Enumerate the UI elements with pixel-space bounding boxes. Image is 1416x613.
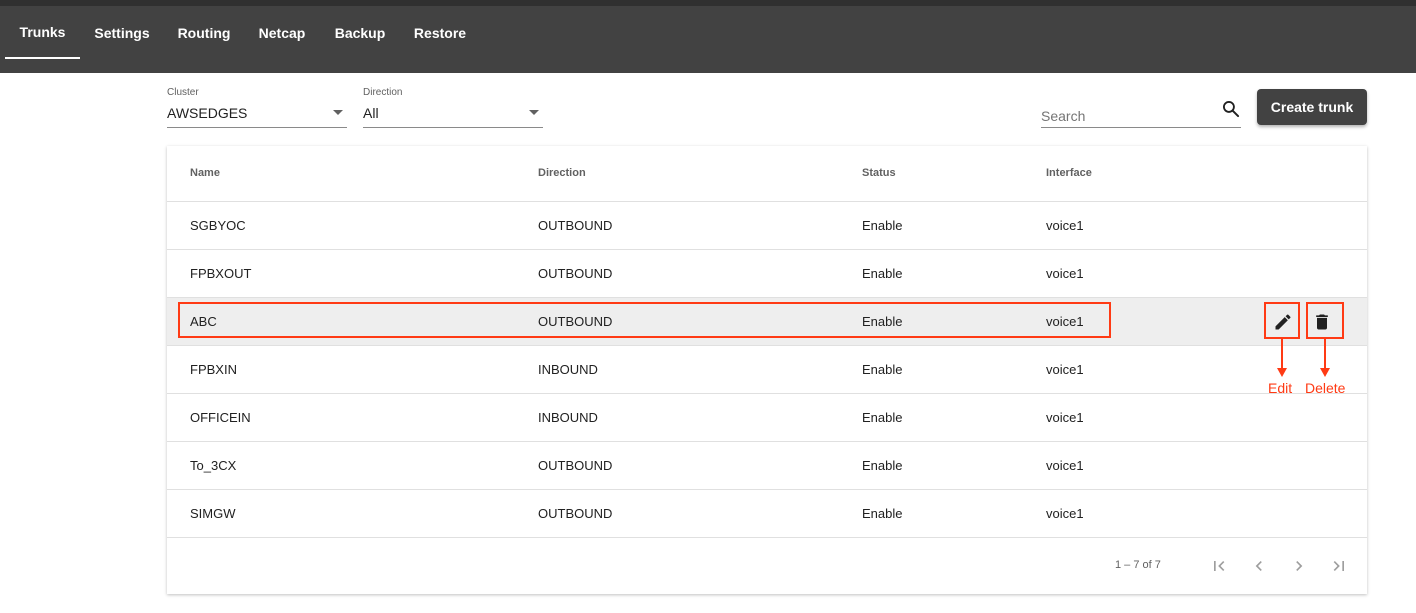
tab-settings[interactable]: Settings	[88, 6, 156, 59]
first-page-button[interactable]	[1203, 550, 1235, 582]
cell-status: Enable	[862, 410, 903, 425]
chevron-down-icon	[333, 110, 343, 115]
edit-annotation-label: Edit	[1268, 380, 1293, 396]
previous-page-button[interactable]	[1243, 550, 1275, 582]
column-header-interface[interactable]: Interface	[1046, 167, 1092, 179]
cell-interface: voice1	[1046, 410, 1084, 425]
cell-name: FPBXOUT	[190, 266, 252, 281]
cell-interface: voice1	[1046, 218, 1084, 233]
tab-routing[interactable]: Routing	[172, 6, 236, 59]
cell-direction: OUTBOUND	[538, 266, 613, 281]
chevron-right-icon	[1296, 561, 1303, 571]
last-page-icon	[1333, 561, 1344, 571]
tab-restore[interactable]: Restore	[408, 6, 472, 59]
field-underline	[1041, 127, 1241, 128]
next-page-button[interactable]	[1283, 550, 1315, 582]
cluster-label: Cluster	[167, 87, 199, 98]
search-icon[interactable]	[1221, 99, 1241, 119]
cluster-value: AWSEDGES	[167, 105, 248, 121]
cell-status: Enable	[862, 218, 903, 233]
search-placeholder: Search	[1041, 108, 1086, 124]
cell-status: Enable	[862, 266, 903, 281]
tab-trunks[interactable]: Trunks	[5, 6, 80, 59]
table-header: Name Direction Status Interface	[167, 146, 1367, 202]
cell-direction: INBOUND	[538, 362, 598, 377]
trunks-table: Name Direction Status Interface SGBYOC O…	[167, 146, 1367, 594]
cell-status: Enable	[862, 506, 903, 521]
cell-direction: INBOUND	[538, 410, 598, 425]
column-header-direction[interactable]: Direction	[538, 167, 586, 179]
cell-name: To_3CX	[190, 458, 237, 473]
direction-select[interactable]: Direction All	[363, 87, 543, 128]
table-row[interactable]: FPBXIN INBOUND Enable voice1	[167, 346, 1367, 394]
delete-annotation-label: Delete	[1305, 380, 1346, 396]
edit-annotation-box	[1264, 302, 1300, 339]
cell-interface: voice1	[1046, 506, 1084, 521]
paginator: 1 – 7 of 7	[167, 538, 1367, 594]
cell-status: Enable	[862, 458, 903, 473]
table-row[interactable]: SGBYOC OUTBOUND Enable voice1	[167, 202, 1367, 250]
table-row[interactable]: FPBXOUT OUTBOUND Enable voice1	[167, 250, 1367, 298]
annotation-arrows	[1277, 339, 1330, 377]
table-row[interactable]: To_3CX OUTBOUND Enable voice1	[167, 442, 1367, 490]
cell-interface: voice1	[1046, 458, 1084, 473]
cluster-select[interactable]: Cluster AWSEDGES	[167, 87, 347, 128]
cell-direction: OUTBOUND	[538, 218, 613, 233]
first-page-icon	[1214, 561, 1225, 571]
chevron-down-icon	[529, 110, 539, 115]
field-underline	[363, 127, 543, 128]
create-trunk-button[interactable]: Create trunk	[1257, 89, 1367, 125]
cell-direction: OUTBOUND	[538, 458, 613, 473]
highlight-row-annotation	[178, 302, 1111, 338]
paginator-range-label: 1 – 7 of 7	[1115, 559, 1161, 571]
cell-status: Enable	[862, 362, 903, 377]
field-underline	[167, 127, 347, 128]
cell-name: SIMGW	[190, 506, 236, 521]
cell-interface: voice1	[1046, 362, 1084, 377]
tab-backup[interactable]: Backup	[329, 6, 391, 59]
chevron-left-icon	[1255, 561, 1262, 571]
table-row[interactable]: OFFICEIN INBOUND Enable voice1	[167, 394, 1367, 442]
cell-name: FPBXIN	[190, 362, 237, 377]
cell-name: SGBYOC	[190, 218, 246, 233]
last-page-button[interactable]	[1323, 550, 1355, 582]
delete-annotation-box	[1306, 302, 1344, 339]
cell-name: OFFICEIN	[190, 410, 251, 425]
column-header-status[interactable]: Status	[862, 167, 896, 179]
column-header-name[interactable]: Name	[190, 167, 220, 179]
search-input[interactable]: Search	[1041, 91, 1241, 128]
top-nav-bar: Trunks Settings Routing Netcap Backup Re…	[0, 0, 1416, 73]
cell-direction: OUTBOUND	[538, 506, 613, 521]
direction-value: All	[363, 105, 379, 121]
table-row[interactable]: SIMGW OUTBOUND Enable voice1	[167, 490, 1367, 538]
cell-interface: voice1	[1046, 266, 1084, 281]
direction-label: Direction	[363, 87, 403, 98]
tab-netcap[interactable]: Netcap	[252, 6, 312, 59]
